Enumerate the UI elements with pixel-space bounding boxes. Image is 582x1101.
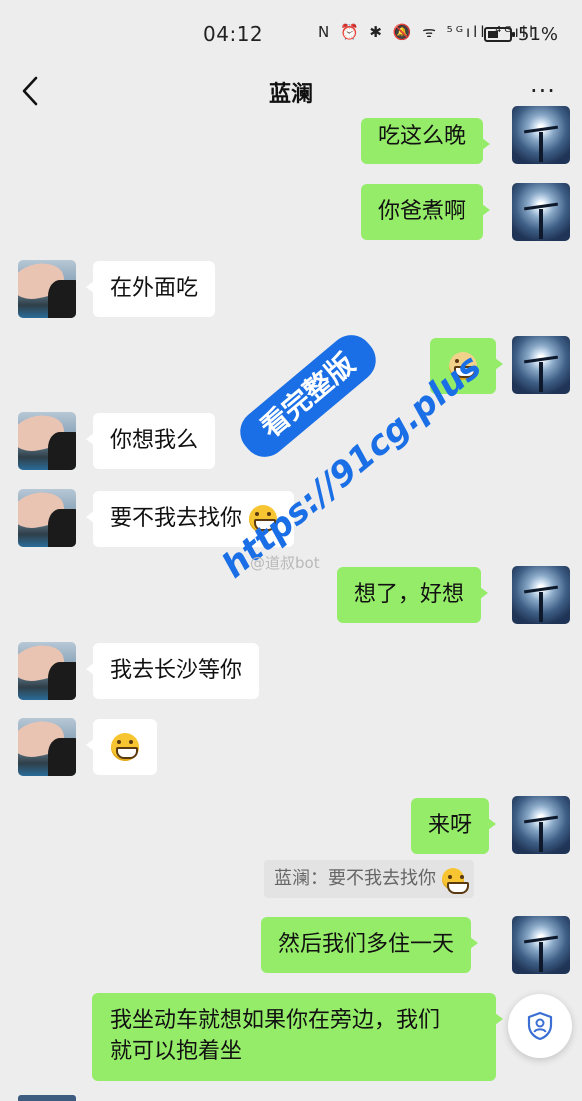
contact-avatar[interactable] bbox=[18, 489, 76, 547]
message-text: 然后我们多住一天 bbox=[278, 932, 455, 957]
my-avatar[interactable] bbox=[512, 916, 570, 974]
contact-avatar[interactable] bbox=[18, 412, 76, 470]
message-text: 吃这么晚 bbox=[378, 124, 467, 149]
grin-emoji-icon bbox=[441, 868, 469, 894]
chat-header: 蓝澜 ··· bbox=[0, 64, 582, 120]
message-text-line-1: 我坐动车就想如果你在旁边，我们 bbox=[110, 1008, 441, 1033]
my-avatar[interactable] bbox=[512, 183, 570, 241]
message-bubble-me[interactable]: 来呀 bbox=[411, 798, 497, 854]
contact-avatar[interactable] bbox=[18, 642, 76, 700]
message-text: 你想我么 bbox=[110, 428, 199, 453]
message-bubble-me[interactable]: 吃这么晚 bbox=[361, 118, 491, 164]
message-text: 我去长沙等你 bbox=[110, 658, 243, 683]
my-avatar[interactable] bbox=[512, 566, 570, 624]
message-text: 要不我去找你 bbox=[110, 506, 243, 531]
contact-avatar-partial bbox=[18, 1095, 76, 1101]
battery-icon bbox=[484, 27, 515, 42]
message-bubble-contact[interactable]: 在外面吃 bbox=[85, 261, 216, 317]
shield-user-icon bbox=[527, 1011, 553, 1041]
message-bubble-contact[interactable]: 你想我么 bbox=[85, 413, 216, 469]
message-bubble-contact[interactable]: 我去长沙等你 bbox=[85, 643, 260, 699]
message-bubble-me[interactable]: 想了，好想 bbox=[337, 567, 489, 623]
message-bubble-me[interactable]: 你爸煮啊 bbox=[361, 184, 491, 240]
message-text: 想了，好想 bbox=[354, 582, 465, 607]
grin-emoji-icon bbox=[111, 733, 139, 761]
battery-percent: 51% bbox=[518, 24, 559, 45]
weibo-watermark: @道叔bot bbox=[250, 554, 320, 572]
status-bar: 04:12 N ⏰ ✱ 🔕 ᯤ ⁵ᴳıll ⁴ᴳıll 51% bbox=[0, 0, 582, 64]
status-time: 04:12 bbox=[203, 22, 264, 46]
message-text: 来呀 bbox=[428, 813, 473, 838]
message-text: 在外面吃 bbox=[110, 276, 199, 301]
message-bubble-me[interactable]: 然后我们多住一天 bbox=[261, 917, 479, 973]
message-text-line-2: 就可以抱着坐 bbox=[110, 1039, 243, 1064]
message-bubble-me[interactable]: 我坐动车就想如果你在旁边，我们 就可以抱着坐 bbox=[92, 993, 503, 1081]
my-avatar[interactable] bbox=[512, 796, 570, 854]
my-avatar[interactable] bbox=[512, 336, 570, 394]
contact-avatar[interactable] bbox=[18, 260, 76, 318]
message-bubble-contact[interactable] bbox=[86, 719, 157, 775]
quoted-message[interactable]: 蓝澜：要不我去找你 bbox=[264, 860, 474, 898]
contact-avatar[interactable] bbox=[18, 718, 76, 776]
quoted-text: 蓝澜：要不我去找你 bbox=[274, 868, 436, 889]
floating-shield-button[interactable] bbox=[508, 994, 572, 1058]
message-text: 你爸煮啊 bbox=[378, 199, 467, 224]
my-avatar[interactable] bbox=[512, 106, 570, 164]
chat-title: 蓝澜 bbox=[268, 82, 313, 107]
more-options-button[interactable]: ··· bbox=[530, 76, 564, 106]
